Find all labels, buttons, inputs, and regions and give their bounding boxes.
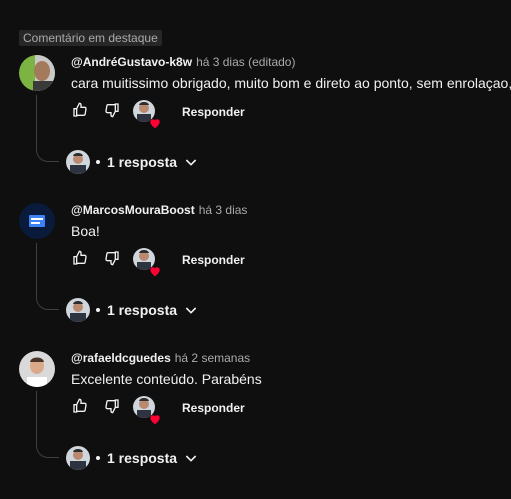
reply-button[interactable]: Responder [182,253,245,267]
creator-heart [133,100,160,129]
heart-icon [150,415,160,425]
like-icon[interactable] [71,100,89,120]
replies-count[interactable]: 1 resposta [107,154,177,170]
comment-actions: Responder [71,396,371,425]
thread-line [36,391,59,458]
replies-count[interactable]: 1 resposta [107,450,177,466]
thread-line [36,95,59,162]
chevron-down-icon[interactable] [183,450,199,466]
comment-actions: Responder [71,248,371,277]
reply-avatar [66,446,90,470]
reply-button[interactable]: Responder [182,401,245,415]
reply-avatar [66,150,90,174]
like-icon[interactable] [71,396,89,416]
comment-thread: @rafaeldcguedes há 2 semanas Excelente co… [0,351,511,499]
comment-actions: Responder [71,100,371,129]
comment-author[interactable]: @rafaeldcguedes [71,351,171,365]
dislike-icon[interactable] [103,248,121,268]
replies-toggle[interactable]: 1 resposta [66,150,266,174]
chevron-down-icon[interactable] [183,302,199,318]
replies-count[interactable]: 1 resposta [107,302,177,318]
separator-dot [96,160,100,164]
creator-heart [133,396,160,425]
thread-line [36,243,59,310]
dislike-icon[interactable] [103,100,121,120]
comment-time: há 2 semanas [174,351,251,365]
author-avatar[interactable] [19,351,55,387]
chevron-down-icon[interactable] [183,154,199,170]
heart-icon [150,267,160,277]
like-icon[interactable] [71,248,89,268]
comment-time: há 3 dias [198,203,248,217]
comment-text: Excelente conteúdo. Parabéns [71,371,262,387]
separator-dot [96,308,100,312]
comment-thread: @AndréGustavo-k8w há 3 dias (editado) car… [0,55,511,203]
separator-dot [96,456,100,460]
author-avatar[interactable] [19,55,55,91]
reply-button[interactable]: Responder [182,105,245,119]
featured-comment-badge: Comentário em destaque [19,30,162,46]
comment-text: Boa! [71,223,100,239]
comment-thread: @MarcosMouraBoost há 3 dias Boa! Responde… [0,203,511,351]
dislike-icon[interactable] [103,396,121,416]
comment-author[interactable]: @MarcosMouraBoost [71,203,195,217]
heart-icon [150,119,160,129]
reply-avatar [66,298,90,322]
creator-heart [133,248,160,277]
replies-toggle[interactable]: 1 resposta [66,298,266,322]
comment-text: cara muitissimo obrigado, muito bom e di… [71,75,511,91]
replies-toggle[interactable]: 1 resposta [66,446,266,470]
comment-author[interactable]: @AndréGustavo-k8w [71,55,192,69]
comment-time: há 3 dias (editado) [196,55,296,69]
author-avatar[interactable] [19,203,55,239]
